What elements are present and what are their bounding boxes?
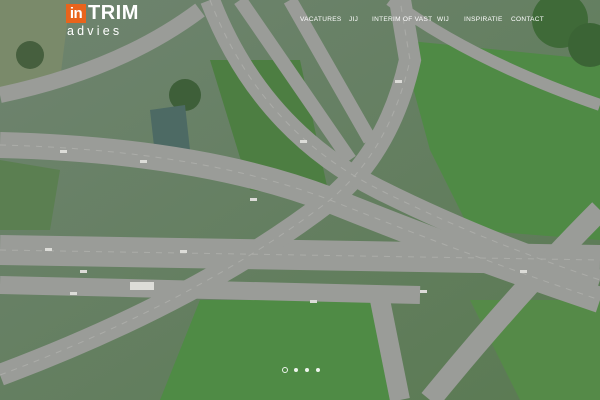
main-navigation: VACATURES JIJ INTERIM OF VAST WIJ INSPIR… bbox=[0, 15, 600, 27]
nav-item-inspiratie[interactable]: INSPIRATIE bbox=[464, 15, 503, 25]
nav-item-wij[interactable]: WIJ bbox=[437, 15, 449, 25]
hero-image bbox=[0, 0, 600, 400]
nav-item-vacatures[interactable]: VACATURES bbox=[300, 15, 341, 25]
slider-pagination bbox=[282, 367, 322, 375]
nav-item-contact[interactable]: CONTACT bbox=[511, 15, 544, 25]
nav-item-interim-of-vast[interactable]: INTERIM OF VAST bbox=[372, 15, 432, 25]
nav-item-jij[interactable]: JIJ bbox=[349, 15, 358, 25]
slider-dot-3[interactable] bbox=[305, 368, 309, 372]
slider-dot-1[interactable] bbox=[282, 367, 288, 373]
site-header: in TRIM advies VACATURES JIJ INTERIM OF … bbox=[0, 0, 600, 44]
highway-interchange-illustration bbox=[0, 0, 600, 400]
slider-dot-4[interactable] bbox=[316, 368, 320, 372]
slider-dot-2[interactable] bbox=[294, 368, 298, 372]
